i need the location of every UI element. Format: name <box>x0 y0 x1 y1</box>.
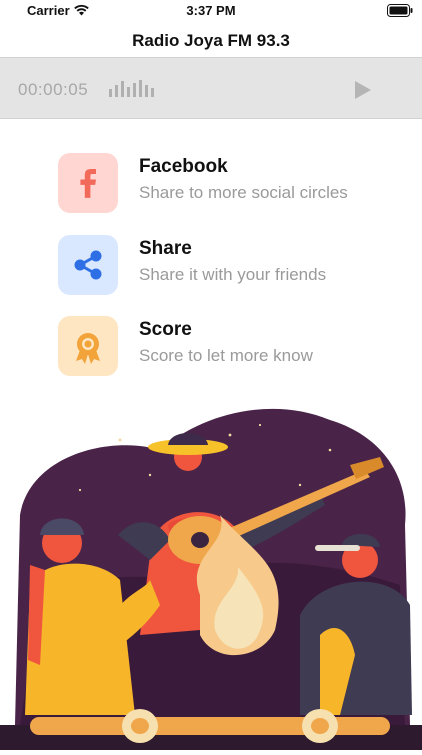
menu-item-subtitle: Share to more social circles <box>139 183 348 202</box>
menu-item-label: Share <box>139 238 192 259</box>
menu-item-share[interactable]: Share Share it with your friends <box>56 235 396 299</box>
play-icon <box>355 81 371 99</box>
clock: 3:37 PM <box>186 3 236 18</box>
menu-item-facebook[interactable]: Facebook Share to more social circles <box>56 153 396 217</box>
award-icon-box <box>58 316 118 376</box>
play-button[interactable] <box>353 80 373 105</box>
facebook-icon <box>80 169 96 198</box>
waveform-icon <box>109 79 159 104</box>
elapsed-time: 00:00:05 <box>18 80 89 99</box>
page-title: Radio Joya FM 93.3 <box>132 31 290 50</box>
facebook-icon-box <box>58 153 118 213</box>
award-icon <box>76 333 100 364</box>
status-bar: Carrier 3:37 PM <box>0 0 422 22</box>
menu-item-subtitle: Score to let more know <box>139 346 313 365</box>
player-bar: 00:00:05 <box>0 57 422 119</box>
menu-item-label: Facebook <box>139 156 228 177</box>
share-icon-box <box>58 235 118 295</box>
campfire-illustration <box>0 395 422 750</box>
battery-icon <box>387 4 413 22</box>
share-icon <box>74 250 102 280</box>
menu-item-label: Score <box>139 319 192 340</box>
menu-item-score[interactable]: Score Score to let more know <box>56 316 396 380</box>
menu-item-subtitle: Share it with your friends <box>139 265 327 284</box>
